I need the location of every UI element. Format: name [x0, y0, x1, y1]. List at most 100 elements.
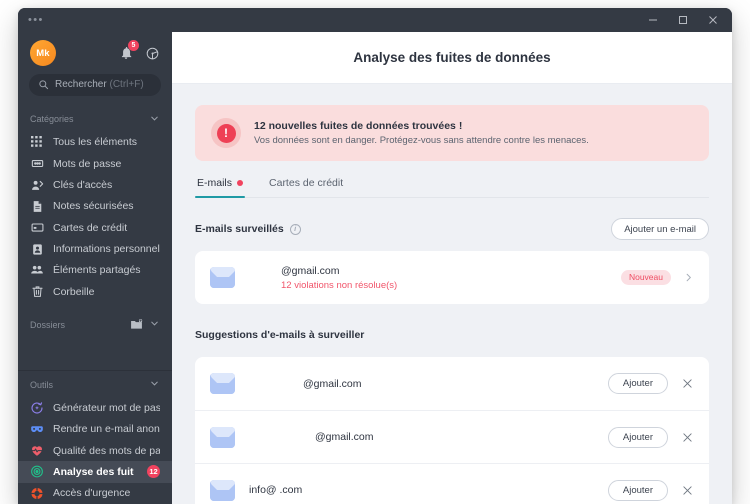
- sidebar-item-label: Corbeille: [53, 285, 95, 298]
- alert-text: 12 nouvelles fuites de données trouvées …: [254, 120, 589, 146]
- envelope-icon: [210, 373, 235, 394]
- content-scroll-area[interactable]: ! 12 nouvelles fuites de données trouvée…: [172, 84, 732, 504]
- page-header: Analyse des fuites de données: [172, 32, 732, 84]
- alert-icon-ring: !: [211, 118, 241, 148]
- sidebar-item-label: Générateur mot de pas...: [53, 402, 160, 414]
- close-icon[interactable]: [680, 430, 694, 444]
- table-row[interactable]: @gmail.com Ajouter: [195, 410, 709, 463]
- suggestion-row-actions: Ajouter: [607, 426, 694, 448]
- tools-header[interactable]: Outils: [18, 371, 172, 397]
- close-icon[interactable]: [680, 483, 694, 497]
- categories-header[interactable]: Catégories: [18, 106, 172, 132]
- monitored-emails-card: @gmail.com 12 violations non résolue(s) …: [195, 251, 709, 304]
- sidebar-item-dark-web-monitoring[interactable]: Analyse des fuites ... 12: [18, 461, 172, 483]
- suggestions-title-group: Suggestions d'e-mails à surveiller: [195, 329, 364, 341]
- bell-icon[interactable]: 5: [118, 40, 139, 61]
- generator-icon: [30, 401, 44, 415]
- email-address: @gmail.com: [303, 377, 362, 390]
- add-button[interactable]: Ajouter: [607, 373, 668, 394]
- tab-label: Cartes de crédit: [269, 177, 344, 189]
- sidebar-item-passwords[interactable]: Mots de passe: [18, 153, 172, 174]
- chevron-down-icon[interactable]: [149, 378, 160, 391]
- section-title: Suggestions d'e-mails à surveiller: [195, 329, 365, 341]
- new-folder-icon[interactable]: [130, 318, 143, 331]
- sidebar-item-credit-cards[interactable]: Cartes de crédit: [18, 217, 172, 238]
- minimize-button[interactable]: [638, 9, 668, 31]
- tab-emails[interactable]: E-mails: [195, 177, 246, 198]
- sidebar-item-password-generator[interactable]: Générateur mot de pas...: [18, 397, 172, 418]
- section-title: E-mails surveillés: [195, 223, 284, 235]
- maximize-button[interactable]: [668, 9, 698, 31]
- grid-icon: [30, 135, 44, 149]
- info-icon[interactable]: i: [289, 223, 301, 235]
- chevron-down-icon[interactable]: [149, 318, 160, 331]
- add-button[interactable]: Ajouter: [607, 479, 668, 501]
- chevron-right-icon[interactable]: [683, 272, 694, 283]
- gear-icon[interactable]: [144, 45, 160, 61]
- sidebar-item-badge: 12: [147, 465, 160, 479]
- categories-label: Catégories: [30, 114, 74, 125]
- window-menu-dots[interactable]: •••: [28, 15, 44, 26]
- title-bar: •••: [18, 8, 732, 32]
- sidebar-item-label: Analyse des fuites ...: [53, 465, 134, 478]
- sidebar-item-label: Cartes de crédit: [53, 221, 128, 234]
- sidebar-item-secure-notes[interactable]: Notes sécurisées: [18, 196, 172, 217]
- suggestion-row-actions: Ajouter: [607, 373, 694, 394]
- close-icon[interactable]: [680, 377, 694, 391]
- sidebar-item-shared-items[interactable]: Éléments partagés: [18, 260, 172, 281]
- window-controls: [638, 9, 728, 31]
- suggestion-row-actions: Ajouter: [607, 479, 694, 501]
- sidebar-item-personal-info[interactable]: Informations personnelles: [18, 238, 172, 259]
- add-email-button[interactable]: Ajouter un e-mail: [611, 218, 709, 240]
- table-row[interactable]: @gmail.com 12 violations non résolue(s) …: [195, 251, 709, 304]
- folders-label: Dossiers: [30, 319, 66, 330]
- sidebar-item-label: Notes sécurisées: [53, 200, 134, 213]
- add-button[interactable]: Ajouter: [607, 426, 668, 448]
- search-input[interactable]: Rechercher (Ctrl+F): [29, 74, 161, 96]
- id-card-icon: [30, 242, 44, 256]
- people-icon: [30, 263, 44, 277]
- table-row[interactable]: @gmail.com Ajouter: [195, 357, 709, 410]
- avatar[interactable]: Mk: [30, 40, 56, 66]
- sidebar-item-passkeys[interactable]: Clés d'accès: [18, 174, 172, 195]
- monitored-row-actions: Nouveau: [620, 270, 694, 285]
- tab-bar: E-mails Cartes de crédit: [195, 177, 709, 198]
- password-icon: [30, 157, 44, 171]
- sidebar-item-password-health[interactable]: Qualité des mots de pa...: [18, 440, 172, 461]
- radar-icon: [30, 465, 44, 479]
- sidebar-item-label: Mots de passe: [53, 157, 122, 170]
- sidebar-item-label: Clés d'accès: [53, 179, 113, 192]
- lifering-icon: [30, 486, 44, 500]
- tab-label: E-mails: [197, 177, 233, 189]
- close-button[interactable]: [698, 9, 728, 31]
- folders-header[interactable]: Dossiers: [18, 311, 172, 337]
- sidebar-item-all-items[interactable]: Tous les éléments: [18, 132, 172, 153]
- breach-alert-banner: ! 12 nouvelles fuites de données trouvée…: [195, 105, 709, 161]
- window-body: Mk 5 Rechercher (Ctrl+F) Catégories Tous…: [18, 32, 732, 504]
- chevron-down-icon[interactable]: [149, 113, 160, 126]
- suggestions-header: Suggestions d'e-mails à surveiller: [195, 323, 709, 347]
- folders-empty-area: [18, 337, 172, 370]
- envelope-icon: [210, 267, 235, 288]
- page-title: Analyse des fuites de données: [353, 50, 551, 65]
- status-badge: Nouveau: [620, 270, 671, 285]
- sidebar-item-emergency-access[interactable]: Accès d'urgence: [18, 483, 172, 504]
- sidebar-account-bar: Mk 5: [18, 36, 172, 74]
- tools-label: Outils: [30, 379, 54, 390]
- violations-count: 12 violations non résolue(s): [281, 279, 398, 291]
- email-address: info@ .com: [249, 484, 303, 496]
- suggestions-card: @gmail.com Ajouter @gmail.com Ajouter in…: [195, 357, 709, 504]
- sidebar-item-email-masking[interactable]: Rendre un e-mail anon...: [18, 419, 172, 440]
- mask-icon: [30, 422, 44, 436]
- table-row[interactable]: info@ .com Ajouter: [195, 463, 709, 504]
- envelope-icon: [210, 479, 235, 501]
- tab-credit-cards[interactable]: Cartes de crédit: [267, 177, 345, 197]
- notification-badge: 5: [128, 40, 139, 51]
- sidebar-item-label: Qualité des mots de pa...: [53, 444, 160, 457]
- credit-card-icon: [30, 221, 44, 235]
- trash-icon: [30, 285, 44, 299]
- main-content: Analyse des fuites de données ! 12 nouve…: [172, 32, 732, 504]
- search-placeholder: Rechercher (Ctrl+F): [55, 79, 144, 91]
- monitored-email-meta: @gmail.com 12 violations non résolue(s): [281, 265, 621, 291]
- sidebar-item-trash[interactable]: Corbeille: [18, 281, 172, 302]
